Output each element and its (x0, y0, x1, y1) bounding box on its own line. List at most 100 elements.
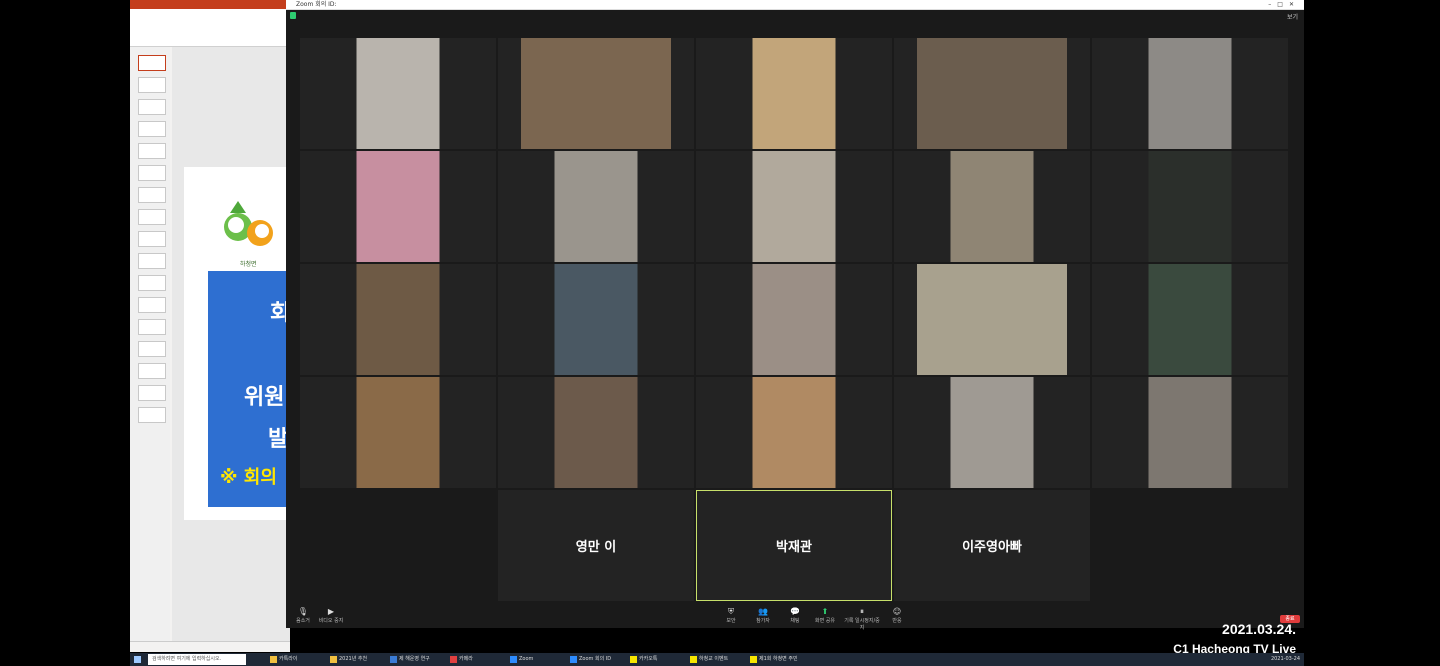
shield-icon: ⛨ (728, 607, 734, 616)
reactions-label: 반응 (892, 618, 902, 624)
taskbar-app-button[interactable]: 하청교 이벤트 (690, 654, 755, 665)
reactions-button[interactable]: ☺ 반응 (882, 606, 912, 626)
slide-thumbnail[interactable] (138, 297, 166, 313)
participant-name-tile[interactable]: 박재관 (696, 490, 892, 601)
slide-thumbnail[interactable] (138, 143, 166, 159)
view-button[interactable]: 보기 (1287, 12, 1298, 21)
app-icon (630, 656, 637, 663)
app-icon (690, 656, 697, 663)
chat-icon: 💬 (790, 607, 800, 616)
taskbar-app-button[interactable]: 제1회 하청면 주민 (750, 654, 815, 665)
participant-video (1148, 151, 1232, 262)
participant-tile[interactable] (1092, 264, 1288, 375)
record-pause-icon: ⏸ (860, 607, 864, 616)
windows-start-icon[interactable] (134, 656, 141, 663)
taskbar-app-label: 2021년 추천 (339, 656, 368, 662)
share-label: 화면 공유 (815, 618, 835, 624)
participant-tile[interactable] (300, 151, 496, 262)
participant-tile[interactable] (894, 38, 1090, 149)
participant-tile[interactable] (300, 377, 496, 488)
current-slide[interactable]: 하청면 회 위원 발 ※ 회의 (184, 167, 294, 520)
slide-thumbnail[interactable] (138, 385, 166, 401)
taskbar-app-label: 카톡라이 (279, 656, 298, 662)
participants-button[interactable]: 👥 참가자 (748, 606, 778, 626)
participant-tile[interactable] (300, 38, 496, 149)
slide-thumbnail[interactable] (138, 407, 166, 423)
slide-thumbnail[interactable] (138, 99, 166, 115)
taskbar-app-label: 카카오톡 (639, 656, 658, 662)
participant-tile[interactable] (894, 377, 1090, 488)
slide-thumbnail[interactable] (138, 77, 166, 93)
video-button[interactable]: ▶ 비디오 중지 (316, 606, 346, 626)
microphone-icon: 🎙 (297, 607, 309, 616)
participant-tile[interactable] (498, 377, 694, 488)
taskbar-app-button[interactable]: 제 해운영 연구 (390, 654, 455, 665)
taskbar-app-button[interactable]: 카카오톡 (630, 654, 695, 665)
zoom-titlebar[interactable]: Zoom 회의 ID: –□✕ (286, 0, 1304, 10)
taskbar-app-button[interactable]: 카메라 (450, 654, 515, 665)
broadcast-overlay: 2021.03.24. C1 Hacheong TV Live (1173, 620, 1296, 657)
taskbar-app-button[interactable]: Zoom 회의 ID (570, 654, 635, 665)
share-screen-icon: ⬆ (821, 607, 829, 616)
participant-name-tile[interactable]: 영만 이 (498, 490, 694, 601)
participant-video (917, 264, 1067, 375)
chat-button[interactable]: 💬 채팅 (780, 606, 810, 626)
participant-video (554, 377, 638, 488)
ppt-slide-canvas: 하청면 회 위원 발 ※ 회의 (172, 47, 294, 642)
zoom-window-title: Zoom 회의 ID: (296, 1, 337, 8)
participant-video (752, 38, 836, 149)
slide-thumbnail[interactable] (138, 275, 166, 291)
slide-thumbnail[interactable] (138, 231, 166, 247)
taskbar-app-label: 하청교 이벤트 (699, 656, 729, 662)
slide-thumbnail[interactable] (138, 165, 166, 181)
taskbar-search-input[interactable]: 검색하려면 여기에 입력하십시오. (148, 654, 246, 665)
participant-tile[interactable] (1092, 38, 1288, 149)
participant-video (950, 151, 1034, 262)
slide-thumbnail[interactable] (138, 187, 166, 203)
participant-tile[interactable] (498, 264, 694, 375)
participant-tile[interactable] (894, 151, 1090, 262)
taskbar-clock: 2021-03-24 (1270, 656, 1300, 662)
participant-tile[interactable] (498, 151, 694, 262)
record-button[interactable]: ⏸ 기록 일시정지/중지 (842, 606, 882, 631)
ppt-ribbon[interactable] (130, 9, 290, 47)
participant-tile[interactable] (696, 151, 892, 262)
participant-tile[interactable] (894, 264, 1090, 375)
taskbar-app-label: 제 해운영 연구 (399, 656, 430, 662)
slide-thumbnail[interactable] (138, 363, 166, 379)
participant-tile[interactable] (1092, 377, 1288, 488)
slide-blue-panel: 회 위원 발 ※ 회의 (208, 271, 294, 507)
participant-tile[interactable] (300, 264, 496, 375)
slide-thumbnail[interactable] (138, 209, 166, 225)
app-icon (570, 656, 577, 663)
participant-tile[interactable] (1092, 151, 1288, 262)
participant-name-tile[interactable]: 이주영아빠 (894, 490, 1090, 601)
slide-thumbnail[interactable] (138, 55, 166, 71)
slide-thumbnail[interactable] (138, 319, 166, 335)
security-label: 보안 (726, 618, 736, 624)
participant-tile[interactable] (498, 38, 694, 149)
share-screen-button[interactable]: ⬆ 화면 공유 (810, 606, 840, 626)
security-button[interactable]: ⛨ 보안 (716, 606, 746, 626)
participant-tile[interactable] (696, 264, 892, 375)
ppt-ribbon-tabs[interactable] (130, 0, 290, 9)
taskbar-app-button[interactable]: 2021년 추천 (330, 654, 395, 665)
chat-label: 채팅 (790, 618, 800, 624)
taskbar-app-button[interactable]: Zoom (510, 654, 575, 665)
slide-thumbnail[interactable] (138, 121, 166, 137)
taskbar-app-button[interactable]: 카톡라이 (270, 654, 335, 665)
ppt-slide-thumbnails[interactable] (130, 47, 170, 642)
participant-video (356, 38, 440, 149)
mute-button[interactable]: 🎙 음소거 (288, 606, 318, 626)
participant-tile[interactable] (696, 38, 892, 149)
participant-video (752, 151, 836, 262)
slide-thumbnail[interactable] (138, 253, 166, 269)
participant-video (917, 38, 1067, 149)
participant-video (752, 264, 836, 375)
window-controls-icon[interactable]: –□✕ (1268, 0, 1300, 9)
slide-thumbnail[interactable] (138, 341, 166, 357)
participant-tile[interactable] (696, 377, 892, 488)
participants-label: 참가자 (756, 618, 770, 624)
participant-video (1148, 38, 1232, 149)
security-shield-icon[interactable] (290, 12, 296, 19)
